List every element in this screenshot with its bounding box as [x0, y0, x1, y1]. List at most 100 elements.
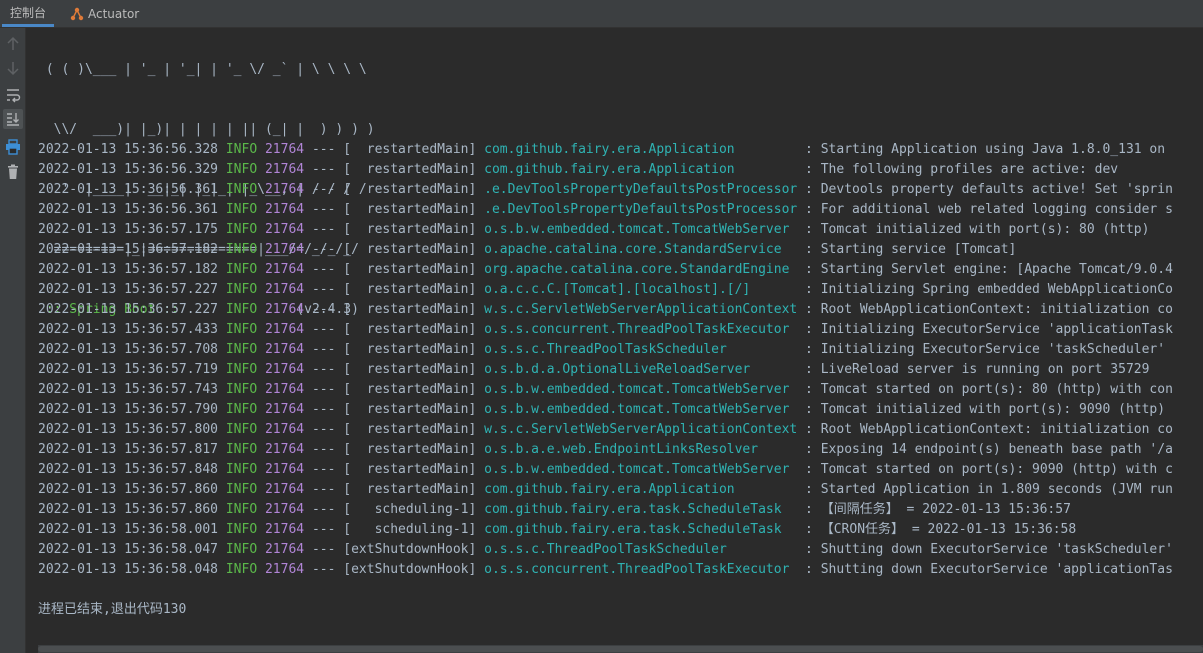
log-line: 2022-01-13 15:36:57.227 INFO 21764 --- […: [38, 280, 1173, 300]
log-line: 2022-01-13 15:36:58.047 INFO 21764 --- […: [38, 540, 1173, 560]
log-level: INFO: [218, 282, 258, 297]
log-line: 2022-01-13 15:36:58.048 INFO 21764 --- […: [38, 560, 1173, 580]
log-level: INFO: [218, 162, 258, 177]
log-separator: ---: [304, 242, 344, 257]
log-separator: ---: [304, 322, 344, 337]
log-timestamp: 2022-01-13 15:36:57.860: [38, 502, 219, 517]
log-message: : The following profiles are active: dev: [797, 162, 1119, 177]
log-pid: 21764: [257, 442, 305, 457]
log-line: 2022-01-13 15:36:57.175 INFO 21764 --- […: [38, 220, 1173, 240]
log-logger: o.apache.catalina.core.StandardService: [476, 242, 798, 257]
log-message: : Tomcat started on port(s): 9090 (http)…: [797, 462, 1173, 477]
tool-window-tabbar: 控制台 Actuator: [0, 0, 1203, 28]
console-output[interactable]: ( ( )\___ | '_ | '_| | '_ \/ _` | \ \ \ …: [26, 28, 1203, 645]
log-pid: 21764: [257, 222, 305, 237]
log-separator: ---: [304, 562, 344, 577]
log-line: 2022-01-13 15:36:56.328 INFO 21764 --- […: [38, 140, 1173, 160]
log-line: 2022-01-13 15:36:57.708 INFO 21764 --- […: [38, 340, 1173, 360]
log-logger: com.github.fairy.era.Application: [476, 162, 798, 177]
clear-all-button[interactable]: [3, 162, 23, 182]
log-thread: [ restartedMain]: [343, 142, 477, 157]
banner-line: \\/ ___)| |_)| | | | | || (_| | ) ) ) ): [38, 122, 375, 137]
log-timestamp: 2022-01-13 15:36:57.719: [38, 362, 219, 377]
log-message: : Initializing ExecutorService 'taskSche…: [797, 342, 1166, 357]
log-timestamp: 2022-01-13 15:36:57.182: [38, 242, 219, 257]
log-separator: ---: [304, 442, 344, 457]
log-timestamp: 2022-01-13 15:36:57.227: [38, 282, 219, 297]
arrow-up-icon: [7, 36, 19, 50]
log-thread: [ restartedMain]: [343, 382, 477, 397]
log-logger: o.a.c.c.C.[Tomcat].[localhost].[/]: [476, 282, 798, 297]
log-message: : Devtools property defaults active! Set…: [797, 182, 1173, 197]
log-logger: o.s.b.a.e.web.EndpointLinksResolver: [476, 442, 798, 457]
log-level: INFO: [218, 462, 258, 477]
log-logger: com.github.fairy.era.Application: [476, 482, 798, 497]
log-line: 2022-01-13 15:36:56.361 INFO 21764 --- […: [38, 180, 1173, 200]
log-logger: com.github.fairy.era.task.ScheduleTask: [476, 522, 798, 537]
log-pid: 21764: [257, 522, 305, 537]
log-logger: o.s.b.w.embedded.tomcat.TomcatWebServer: [476, 402, 798, 417]
tab-actuator[interactable]: Actuator: [62, 0, 147, 28]
log-line: 2022-01-13 15:36:56.361 INFO 21764 --- […: [38, 200, 1173, 220]
log-timestamp: 2022-01-13 15:36:57.743: [38, 382, 219, 397]
log-message: : Root WebApplicationContext: initializa…: [797, 302, 1173, 317]
log-separator: ---: [304, 162, 344, 177]
log-timestamp: 2022-01-13 15:36:57.817: [38, 442, 219, 457]
log-level: INFO: [218, 482, 258, 497]
log-separator: ---: [304, 262, 344, 277]
log-level: INFO: [218, 142, 258, 157]
log-pid: 21764: [257, 262, 305, 277]
log-logger: com.github.fairy.era.task.ScheduleTask: [476, 502, 798, 517]
log-thread: [ restartedMain]: [343, 202, 477, 217]
log-pid: 21764: [257, 182, 305, 197]
log-message: : Started Application in 1.809 seconds (…: [797, 482, 1173, 497]
log-logger: o.s.b.d.a.OptionalLiveReloadServer: [476, 362, 798, 377]
log-message: : 【CRON任务】 = 2022-01-13 15:36:58: [797, 522, 1077, 537]
log-timestamp: 2022-01-13 15:36:57.433: [38, 322, 219, 337]
tab-console[interactable]: 控制台: [2, 0, 55, 27]
console-toolbar: [0, 28, 26, 653]
log-thread: [ restartedMain]: [343, 222, 477, 237]
log-thread: [ restartedMain]: [343, 182, 477, 197]
log-level: INFO: [218, 362, 258, 377]
log-separator: ---: [304, 302, 344, 317]
horizontal-scrollbar[interactable]: [38, 645, 1203, 653]
arrow-down-icon: [7, 62, 19, 76]
log-line: 2022-01-13 15:36:57.800 INFO 21764 --- […: [38, 420, 1173, 440]
log-timestamp: 2022-01-13 15:36:58.048: [38, 562, 219, 577]
log-thread: [ restartedMain]: [343, 162, 477, 177]
log-message: : Initializing Spring embedded WebApplic…: [797, 282, 1173, 297]
log-timestamp: 2022-01-13 15:36:56.329: [38, 162, 219, 177]
log-level: INFO: [218, 222, 258, 237]
soft-wrap-button[interactable]: [3, 85, 23, 105]
arrow-down-button[interactable]: [3, 58, 23, 78]
log-level: INFO: [218, 242, 258, 257]
log-logger: .e.DevToolsPropertyDefaultsPostProcessor: [476, 182, 798, 197]
log-separator: ---: [304, 542, 344, 557]
process-exit-message: 进程已结束,退出代码130: [38, 602, 187, 617]
log-timestamp: 2022-01-13 15:36:57.860: [38, 482, 219, 497]
actuator-icon: [70, 7, 84, 21]
log-message: : Tomcat started on port(s): 80 (http) w…: [797, 382, 1173, 397]
scroll-to-end-button[interactable]: [3, 109, 23, 129]
log-timestamp: 2022-01-13 15:36:57.790: [38, 402, 219, 417]
log-timestamp: 2022-01-13 15:36:58.001: [38, 522, 219, 537]
log-logger: o.s.b.w.embedded.tomcat.TomcatWebServer: [476, 382, 798, 397]
log-separator: ---: [304, 142, 344, 157]
log-pid: 21764: [257, 362, 305, 377]
horizontal-scrollbar-thumb[interactable]: [38, 646, 1203, 652]
log-separator: ---: [304, 522, 344, 537]
log-line: 2022-01-13 15:36:57.227 INFO 21764 --- […: [38, 300, 1173, 320]
arrow-up-button[interactable]: [3, 34, 23, 54]
log-separator: ---: [304, 462, 344, 477]
log-separator: ---: [304, 202, 344, 217]
log-thread: [ restartedMain]: [343, 462, 477, 477]
log-logger: .e.DevToolsPropertyDefaultsPostProcessor: [476, 202, 798, 217]
log-pid: 21764: [257, 322, 305, 337]
log-level: INFO: [218, 562, 258, 577]
log-logger: o.s.s.concurrent.ThreadPoolTaskExecutor: [476, 322, 798, 337]
log-line: 2022-01-13 15:36:57.182 INFO 21764 --- […: [38, 260, 1173, 280]
print-button[interactable]: [3, 137, 23, 157]
log-message: : Starting service [Tomcat]: [797, 242, 1017, 257]
log-level: INFO: [218, 542, 258, 557]
